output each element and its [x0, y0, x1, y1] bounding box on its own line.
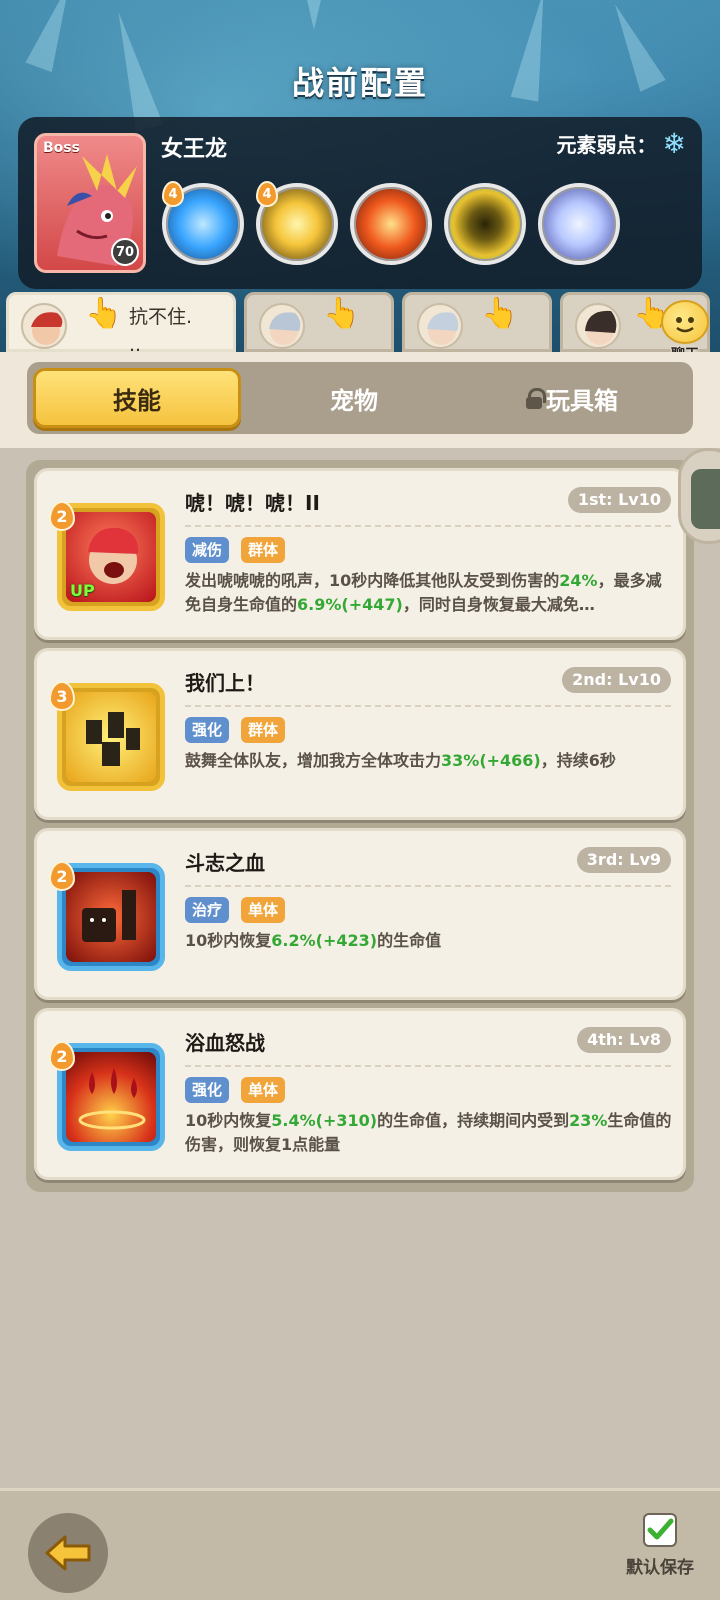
lock-icon: [526, 388, 546, 409]
ice-burst-skill-icon[interactable]: 4: [162, 181, 244, 265]
side-panel-handle[interactable]: [678, 448, 720, 544]
bottom-bar: 默认保存: [0, 1488, 720, 1600]
boss-name: 女王龙: [161, 137, 228, 162]
skill-description: 10秒内恢复6.2%(+423)的生命值: [185, 931, 442, 950]
boss-level: 70: [111, 238, 139, 266]
skill-level: 1st: Lv10: [567, 487, 671, 513]
skill-cost-badge: 2: [49, 501, 75, 531]
element-weakness: 元素弱点： ❄: [557, 129, 686, 158]
tab-area: 技能 宠物 玩具箱: [0, 352, 720, 448]
card-divider: [185, 525, 671, 527]
skill-name: 我们上！: [185, 671, 265, 695]
skill-cost-badge: 2: [49, 1041, 75, 1071]
party-member-slot[interactable]: 👆: [244, 292, 394, 352]
party-member-slot[interactable]: 👆 抗不住. ..: [6, 292, 236, 356]
boss-info-panel: Boss 70 女王龙 元素弱点： ❄ 4 4: [18, 117, 702, 289]
page-title: 战前配置: [291, 64, 428, 102]
skill-level-badge: 4: [162, 181, 184, 207]
back-button[interactable]: [28, 1513, 108, 1593]
default-save-button[interactable]: 默认保存: [620, 1513, 700, 1578]
hand-icon: 👆: [323, 296, 361, 331]
checkmark-icon: [647, 1518, 674, 1540]
skill-list: 2 UP 唬！唬！唬！II 1st: Lv10 减伤 群体 发出唬唬唬的吼声，1…: [26, 460, 694, 1192]
skill-list-area: 2 UP 唬！唬！唬！II 1st: Lv10 减伤 群体 发出唬唬唬的吼声，1…: [0, 448, 720, 1488]
tab-skills[interactable]: 技能: [33, 368, 241, 428]
skill-tag: 群体: [241, 537, 286, 563]
skill-cost-badge: 2: [49, 861, 75, 891]
back-arrow-icon: [45, 1535, 91, 1571]
tab-pets[interactable]: 宠物: [249, 368, 459, 428]
crystal-skill-icon[interactable]: [538, 183, 620, 265]
tab-toybox-label: 玩具箱: [546, 386, 618, 415]
skill-tag: 单体: [241, 897, 286, 923]
skill-tag: 单体: [241, 1077, 286, 1103]
card-divider: [185, 1065, 671, 1067]
card-divider: [185, 705, 671, 707]
skill-name: 浴血怒战: [185, 1031, 265, 1055]
side-panel-icon: [691, 469, 720, 529]
skill-card[interactable]: 2 UP 唬！唬！唬！II 1st: Lv10 减伤 群体 发出唬唬唬的吼声，1…: [34, 468, 686, 640]
upgrade-tag: UP: [70, 581, 95, 600]
skill-tag: 强化: [185, 1077, 230, 1103]
boss-tag: Boss: [43, 140, 80, 156]
red-hair-warrior-avatar: [21, 303, 67, 349]
tab-toybox[interactable]: 玩具箱: [467, 368, 677, 428]
golem-skill-icon[interactable]: [444, 183, 526, 265]
card-divider: [185, 885, 671, 887]
skill-tag: 治疗: [185, 897, 230, 923]
silver-hair-avatar: [259, 303, 305, 349]
skill-name: 唬！唬！唬！II: [185, 491, 320, 515]
skill-level: 3rd: Lv9: [576, 847, 671, 873]
hand-icon: 👆: [481, 296, 519, 331]
checkbox-icon[interactable]: [643, 1513, 677, 1547]
skill-card[interactable]: 2 斗志之血 3rd: Lv9 治疗 单体 10秒内恢复6.2%(+423)的生…: [34, 828, 686, 1000]
silver-hair-avatar: [417, 303, 463, 349]
party-member-slot[interactable]: 👆: [402, 292, 552, 352]
skill-tag: 减伤: [185, 537, 230, 563]
chat-face-icon: [661, 300, 709, 344]
save-label: 默认保存: [626, 1558, 694, 1578]
snowflake-icon: ❄: [662, 126, 686, 160]
party-member-status: 抗不住. ..: [129, 306, 193, 356]
hand-icon: 👆: [85, 296, 123, 331]
crystal-decoration: [300, 0, 328, 30]
explosion-skill-icon[interactable]: [350, 183, 432, 265]
skill-description: 发出唬唬唬的吼声，10秒内降低其他队友受到伤害的24%，最多减免自身生命值的6.…: [185, 571, 662, 614]
boss-portrait[interactable]: Boss 70: [34, 133, 146, 273]
dark-hair-avatar: [575, 303, 621, 349]
skill-level-badge: 4: [256, 181, 278, 207]
tab-bar: 技能 宠物 玩具箱: [27, 362, 693, 434]
skill-tag: 强化: [185, 717, 230, 743]
skill-tag: 群体: [241, 717, 286, 743]
skill-level: 2nd: Lv10: [562, 667, 671, 693]
skill-level: 4th: Lv8: [577, 1027, 671, 1053]
party-strip: 👆 抗不住. .. 👆 👆 👆: [0, 292, 720, 356]
skill-card[interactable]: 2 浴血怒战 4th: Lv8 强化 单体 10秒内恢复5.4%(+310)的生…: [34, 1008, 686, 1180]
skill-name: 斗志之血: [185, 851, 265, 875]
weakness-label: 元素弱点：: [556, 133, 657, 157]
skill-description: 10秒内恢复5.4%(+310)的生命值，持续期间内受到23%生命值的伤害，则恢…: [185, 1111, 672, 1154]
skill-description: 鼓舞全体队友，增加我方全体攻击力33%(+466)，持续6秒: [185, 751, 616, 770]
skill-cost-badge: 3: [49, 681, 75, 711]
skill-card[interactable]: 3 我们上！ 2nd: Lv10 强化 群体 鼓舞全体队友，增加我方全体攻击力3…: [34, 648, 686, 820]
lightning-skill-icon[interactable]: 4: [256, 181, 338, 265]
